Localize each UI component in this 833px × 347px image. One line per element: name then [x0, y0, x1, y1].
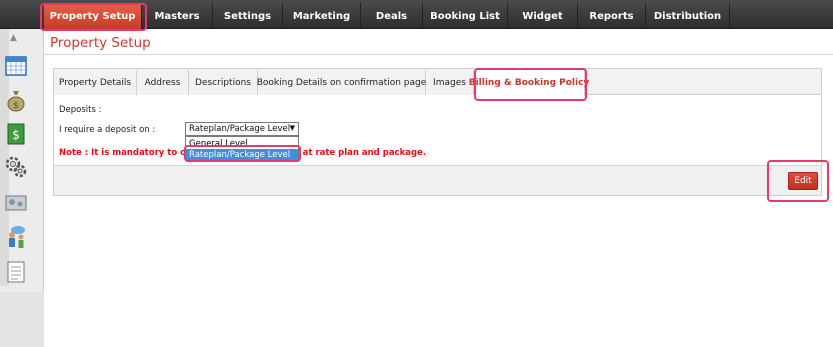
gear-icon[interactable] [4, 154, 28, 180]
highlight-rateplan-option [184, 145, 301, 162]
tab-address[interactable]: Address [137, 70, 189, 95]
tab-booking-details[interactable]: Booking Details on confirmation page [257, 70, 426, 95]
chevron-down-icon: ▼ [289, 124, 295, 132]
scroll-up-icon[interactable]: ▲ [10, 33, 17, 43]
tab-descriptions[interactable]: Descriptions [189, 70, 258, 95]
panel-footer [54, 165, 821, 195]
tab-property-details[interactable]: Property Details [54, 70, 137, 95]
nav-booking-list[interactable]: Booking List [423, 3, 508, 29]
svg-text:$: $ [13, 101, 19, 111]
nav-distribution[interactable]: Distribution [646, 3, 730, 29]
nav-reports[interactable]: Reports [578, 3, 646, 29]
deposit-level-value: Rateplan/Package Level [189, 124, 291, 134]
widget-icon[interactable] [4, 190, 28, 216]
money-bag-icon[interactable]: $ [4, 87, 28, 113]
nav-masters[interactable]: Masters [142, 3, 213, 29]
nav-marketing[interactable]: Marketing [283, 3, 361, 29]
nav-deals[interactable]: Deals [361, 3, 423, 29]
page-title: Property Setup [50, 35, 151, 51]
nav-settings[interactable]: Settings [213, 3, 283, 29]
document-icon[interactable] [4, 259, 28, 285]
users-icon[interactable] [4, 224, 28, 250]
svg-text:$: $ [12, 128, 20, 142]
tab-images[interactable]: Images [426, 70, 474, 95]
highlight-edit-button [767, 160, 829, 202]
nav-widget[interactable]: Widget [508, 3, 578, 29]
dollar-note-icon[interactable]: $ [4, 121, 28, 147]
deposit-level-select[interactable]: Rateplan/Package Level ▼ [185, 122, 299, 136]
deposit-on-label: I require a deposit on : [59, 125, 156, 135]
deposits-label: Deposits : [59, 105, 102, 115]
highlight-billing-tab [474, 68, 587, 101]
title-divider [44, 54, 833, 55]
sidebar-footer [0, 292, 44, 347]
calendar-icon[interactable] [4, 52, 28, 78]
highlight-property-setup [40, 3, 147, 31]
